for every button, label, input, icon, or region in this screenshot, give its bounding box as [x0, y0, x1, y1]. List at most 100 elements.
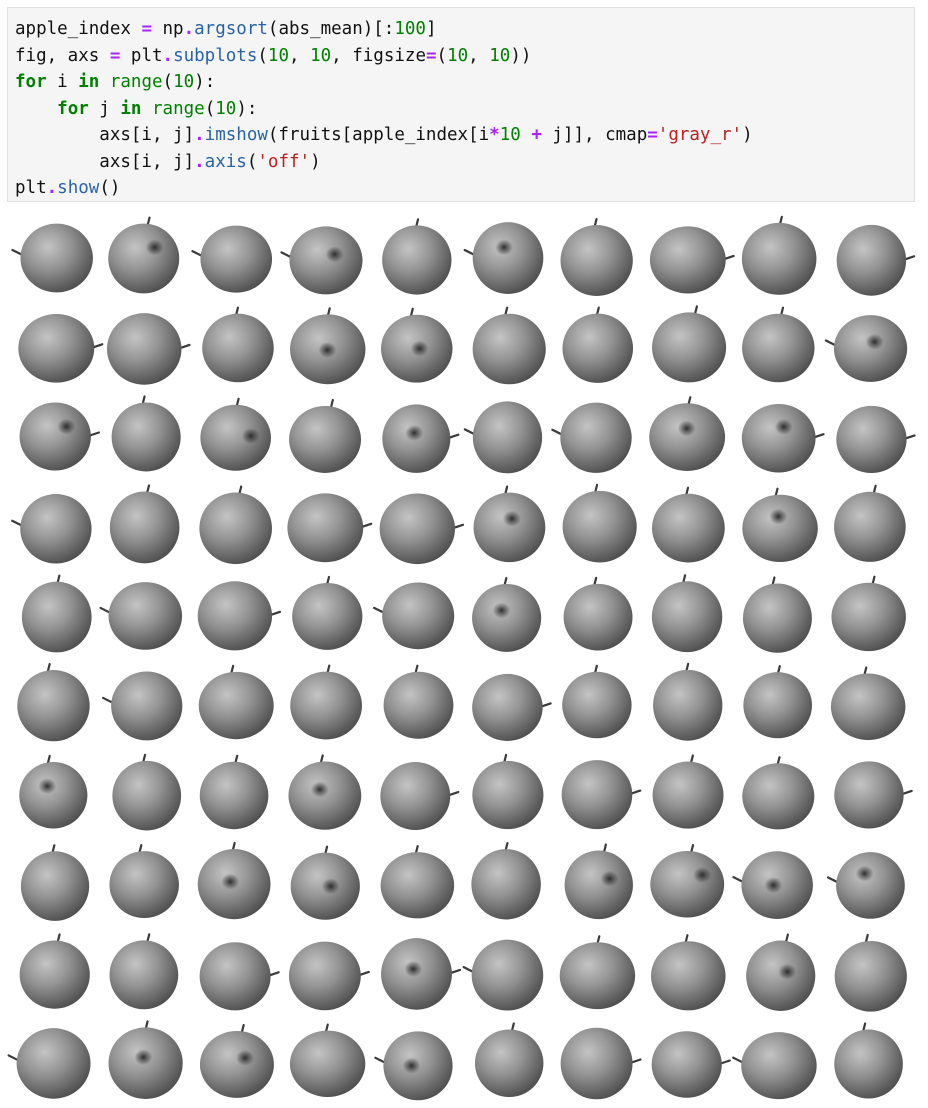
subplot-apple-image — [108, 216, 180, 294]
subplot-apple-image — [746, 933, 816, 1011]
code-line: apple_index = np.argsort(abs_mean)[:100] — [15, 16, 907, 43]
subplot-apple-image — [649, 226, 735, 294]
code-cell[interactable]: apple_index = np.argsort(abs_mean)[:100]… — [7, 7, 915, 202]
subplot-apple-image — [562, 664, 632, 739]
subplot-apple-image — [562, 483, 637, 563]
subplot-apple-image — [473, 485, 546, 563]
subplot-apple-image — [551, 402, 632, 473]
subplot-apple-image — [563, 576, 633, 651]
code-line: for j in range(10): — [15, 96, 907, 123]
code-token: plt — [120, 45, 163, 66]
subplot-apple-image — [108, 1020, 183, 1099]
subplot-apple-image — [112, 753, 182, 831]
subplot-apple-image — [741, 215, 817, 295]
subplot-apple-image — [109, 843, 179, 919]
subplot-apple-image — [824, 315, 908, 382]
subplot-apple-image — [199, 942, 280, 1011]
code-token: () — [99, 178, 121, 198]
subplot-apple-image — [742, 487, 818, 563]
code-token: = — [425, 45, 437, 66]
code-token: ) — [310, 151, 321, 172]
subplot-apple-image — [11, 494, 92, 564]
code-token: 10 — [215, 98, 237, 119]
code-token: range — [152, 98, 205, 119]
subplot-apple-image — [202, 306, 274, 383]
subplot-apple-image — [199, 485, 272, 565]
subplot-apple-image — [99, 582, 183, 650]
code-token: fig, axs — [15, 45, 110, 66]
code-line: axs[i, j].axis('off') — [15, 149, 907, 176]
subplot-apple-image — [651, 934, 726, 1011]
code-token: j — [88, 98, 121, 119]
subplot-apple-image — [463, 222, 544, 294]
subplot-apple-image — [197, 841, 271, 920]
code-token: 10 — [267, 45, 289, 66]
subplot-apple-image — [198, 664, 274, 740]
subplot-apple-image — [106, 313, 191, 385]
code-token: ( — [246, 151, 258, 172]
code-token: . — [194, 151, 205, 172]
subplot-apple-image — [20, 844, 90, 921]
subplot-apple-image — [732, 1032, 817, 1100]
subplot-apple-image — [741, 403, 825, 473]
code-token: = — [141, 19, 152, 39]
subplot-apple-image — [559, 935, 636, 1010]
subplot-apple-image — [564, 843, 633, 920]
subplot-apple-image — [380, 762, 460, 831]
code-token: for — [15, 72, 47, 92]
subplot-apple-image — [383, 664, 454, 739]
subplot-apple-image — [649, 396, 726, 471]
code-token: + — [531, 125, 542, 145]
output-area — [0, 212, 928, 1102]
subplot-apple-image — [374, 1031, 453, 1101]
subplot-apple-image — [289, 398, 362, 473]
subplot-apple-image — [290, 664, 363, 740]
code-token: ) — [742, 125, 753, 145]
subplot-apple-image — [561, 760, 642, 830]
code-token: ( — [204, 98, 216, 119]
code-token: ): — [194, 72, 216, 92]
subplot-apple-image — [19, 933, 90, 1009]
code-token: ( — [257, 45, 268, 66]
code-token: )) — [510, 45, 532, 66]
code-token: ( — [162, 72, 174, 92]
subplot-apple-image — [19, 402, 101, 471]
subplot-apple-image — [199, 754, 269, 830]
code-token: axs[i, j] — [15, 125, 195, 145]
subplot-apple-image — [462, 939, 544, 1011]
code-token: . — [194, 125, 205, 145]
subplot-apple-image — [379, 493, 465, 565]
subplot-apple-image — [743, 665, 813, 739]
code-token: * — [489, 125, 500, 145]
subplot-apple-image — [652, 305, 727, 383]
code-editor[interactable]: apple_index = np.argsort(abs_mean)[:100]… — [15, 16, 907, 202]
code-token: 10 — [310, 45, 332, 66]
code-line: for i in range(10): — [15, 69, 907, 96]
subplot-apple-image — [381, 938, 462, 1010]
code-token: 'gray_r' — [657, 125, 743, 145]
code-token: . — [183, 19, 195, 39]
subplot-apple-image — [732, 851, 813, 919]
subplot-apple-image — [199, 1023, 274, 1098]
code-token: in — [78, 72, 100, 92]
subplot-grid — [7, 215, 916, 1101]
code-token: 100 — [394, 19, 426, 39]
subplot-apple-image — [562, 306, 634, 383]
subplot-apple-image — [651, 486, 725, 563]
subplot-apple-image — [471, 841, 541, 920]
code-token: for — [57, 98, 89, 119]
subplot-apple-image — [373, 582, 455, 650]
subplot-apple-image — [7, 1028, 91, 1099]
code-token: range — [109, 72, 163, 92]
subplot-apple-image — [290, 845, 360, 920]
code-token: , figsize — [331, 45, 426, 66]
code-token: 10 — [173, 72, 195, 92]
code-token: show — [57, 178, 100, 198]
code-line: fig, axs = plt.subplots(10, 10, figsize=… — [15, 43, 907, 70]
subplot-apple-image — [18, 313, 104, 383]
subplot-apple-image — [742, 306, 815, 383]
subplot-apple-image — [109, 933, 179, 1010]
code-token: j]], cmap — [541, 125, 648, 145]
subplot-apple-image — [834, 933, 907, 1012]
